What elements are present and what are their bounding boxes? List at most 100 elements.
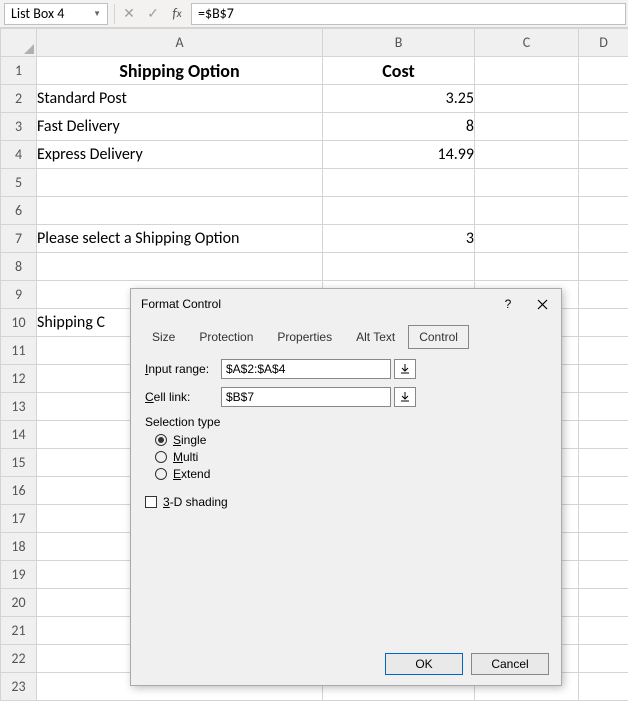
name-box[interactable]: List Box 4 ▼ [4, 3, 108, 25]
cell-D23[interactable] [579, 673, 628, 701]
cell-D8[interactable] [579, 253, 628, 281]
col-header-B[interactable]: B [323, 29, 475, 57]
cancel-entry-icon[interactable]: ✕ [117, 0, 141, 28]
select-all-corner[interactable] [1, 29, 37, 57]
row-header[interactable]: 15 [1, 449, 37, 477]
cell-D20[interactable] [579, 589, 628, 617]
cell-A7[interactable]: Please select a Shipping Option [37, 225, 323, 253]
cell-C4[interactable] [475, 141, 579, 169]
cell-D5[interactable] [579, 169, 628, 197]
cell-B3[interactable]: 8 [323, 113, 475, 141]
cell-C6[interactable] [475, 197, 579, 225]
col-header-C[interactable]: C [475, 29, 579, 57]
row-header[interactable]: 22 [1, 645, 37, 673]
row-header[interactable]: 10 [1, 309, 37, 337]
row-header[interactable]: 3 [1, 113, 37, 141]
cancel-button[interactable]: Cancel [471, 653, 549, 675]
cell-C3[interactable] [475, 113, 579, 141]
cell-D19[interactable] [579, 561, 628, 589]
cell-D15[interactable] [579, 449, 628, 477]
row-header[interactable]: 2 [1, 85, 37, 113]
tab-properties[interactable]: Properties [266, 325, 343, 349]
input-range-field[interactable]: $A$2:$A$4 [221, 359, 391, 379]
confirm-entry-icon[interactable]: ✓ [141, 0, 165, 28]
cell-A2[interactable]: Standard Post [37, 85, 323, 113]
cell-link-picker[interactable] [394, 387, 416, 407]
row-header[interactable]: 18 [1, 533, 37, 561]
cell-B5[interactable] [323, 169, 475, 197]
cell-B6[interactable] [323, 197, 475, 225]
row-header[interactable]: 19 [1, 561, 37, 589]
cell-A4[interactable]: Express Delivery [37, 141, 323, 169]
cell-A8[interactable] [37, 253, 323, 281]
col-header-A[interactable]: A [37, 29, 323, 57]
cell-D22[interactable] [579, 645, 628, 673]
cell-D10[interactable] [579, 309, 628, 337]
cell-D16[interactable] [579, 477, 628, 505]
cell-C7[interactable] [475, 225, 579, 253]
col-header-D[interactable]: D [579, 29, 628, 57]
row-header[interactable]: 8 [1, 253, 37, 281]
row-header[interactable]: 4 [1, 141, 37, 169]
ok-button[interactable]: OK [385, 653, 463, 675]
row-header[interactable]: 21 [1, 617, 37, 645]
fx-icon[interactable]: fx [165, 0, 189, 28]
help-button[interactable]: ? [491, 291, 525, 317]
radio-extend[interactable]: Extend [155, 467, 547, 481]
cell-D21[interactable] [579, 617, 628, 645]
cell-B1[interactable]: Cost [323, 57, 475, 85]
row-header[interactable]: 9 [1, 281, 37, 309]
cell-C5[interactable] [475, 169, 579, 197]
tab-protection[interactable]: Protection [188, 325, 264, 349]
dialog-titlebar[interactable]: Format Control ? [131, 289, 561, 319]
formula-bar: List Box 4 ▼ ✕ ✓ fx =$B$7 [0, 0, 628, 28]
cell-link-field[interactable]: $B$7 [221, 387, 391, 407]
cell-D9[interactable] [579, 281, 628, 309]
close-button[interactable] [525, 291, 559, 317]
tab-alttext[interactable]: Alt Text [345, 325, 406, 349]
cell-A1[interactable]: Shipping Option [37, 57, 323, 85]
cell-D6[interactable] [579, 197, 628, 225]
formula-input[interactable]: =$B$7 [191, 3, 626, 25]
cell-D18[interactable] [579, 533, 628, 561]
cell-D17[interactable] [579, 505, 628, 533]
row-header[interactable]: 11 [1, 337, 37, 365]
row-header[interactable]: 13 [1, 393, 37, 421]
cell-A6[interactable] [37, 197, 323, 225]
checkbox-3d-shading[interactable]: 3-D shading [145, 495, 547, 509]
radio-single[interactable]: Single [155, 433, 547, 447]
row-header[interactable]: 23 [1, 673, 37, 701]
radio-multi[interactable]: Multi [155, 450, 547, 464]
radio-multi-label: Multi [173, 450, 198, 464]
row-header[interactable]: 6 [1, 197, 37, 225]
cell-A5[interactable] [37, 169, 323, 197]
row-header[interactable]: 20 [1, 589, 37, 617]
cell-D11[interactable] [579, 337, 628, 365]
cell-B7[interactable]: 3 [323, 225, 475, 253]
input-range-picker[interactable] [394, 359, 416, 379]
row-header[interactable]: 5 [1, 169, 37, 197]
cell-B2[interactable]: 3.25 [323, 85, 475, 113]
cell-C1[interactable] [475, 57, 579, 85]
cell-D13[interactable] [579, 393, 628, 421]
cell-A3[interactable]: Fast Delivery [37, 113, 323, 141]
row-header[interactable]: 17 [1, 505, 37, 533]
cell-D12[interactable] [579, 365, 628, 393]
cell-D14[interactable] [579, 421, 628, 449]
cell-D4[interactable] [579, 141, 628, 169]
cell-B8[interactable] [323, 253, 475, 281]
row-header[interactable]: 7 [1, 225, 37, 253]
cell-D7[interactable] [579, 225, 628, 253]
cell-C8[interactable] [475, 253, 579, 281]
row-header[interactable]: 14 [1, 421, 37, 449]
cell-C2[interactable] [475, 85, 579, 113]
row-header[interactable]: 1 [1, 57, 37, 85]
cell-D3[interactable] [579, 113, 628, 141]
row-header[interactable]: 16 [1, 477, 37, 505]
cell-D2[interactable] [579, 85, 628, 113]
row-header[interactable]: 12 [1, 365, 37, 393]
cell-D1[interactable] [579, 57, 628, 85]
cell-B4[interactable]: 14.99 [323, 141, 475, 169]
tab-control[interactable]: Control [408, 325, 469, 349]
tab-size[interactable]: Size [141, 325, 186, 349]
